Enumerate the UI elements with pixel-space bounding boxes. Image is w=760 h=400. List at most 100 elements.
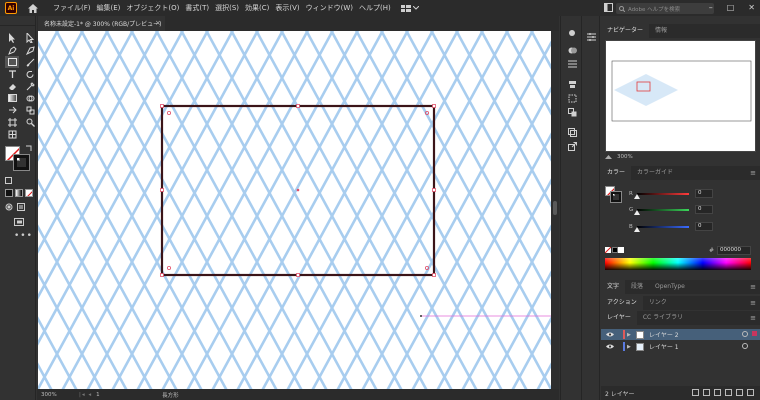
new-layer-icon[interactable] <box>736 389 743 396</box>
workspace-switcher[interactable] <box>400 4 419 12</box>
more-tools-icon[interactable]: ••• <box>14 231 33 241</box>
properties-icon[interactable] <box>583 30 600 44</box>
tab-info[interactable]: 情報 <box>649 24 673 38</box>
menu-select[interactable]: 選択(S) <box>215 3 239 13</box>
color-fill-stroke[interactable] <box>605 186 622 203</box>
gradient-tool-icon[interactable] <box>5 92 19 104</box>
gradient-mode-icon[interactable] <box>15 189 23 197</box>
arrange-documents-icon[interactable] <box>604 3 613 14</box>
menu-edit[interactable]: 編集(E) <box>97 3 121 13</box>
curvature-tool-icon[interactable] <box>23 44 37 56</box>
tab-opentype[interactable]: OpenType <box>649 280 691 294</box>
zoom-tool-icon[interactable] <box>23 116 37 128</box>
home-icon[interactable] <box>27 2 39 14</box>
pen-tool-icon[interactable] <box>5 44 19 56</box>
hex-color-field[interactable]: 000000 <box>717 246 751 255</box>
artboard-nav-prev[interactable]: |◂ ◂ <box>79 392 92 398</box>
slider-b-value[interactable]: 0 <box>695 222 713 231</box>
zoom-level-field[interactable]: 300% <box>41 392 75 398</box>
blend-tool-icon[interactable] <box>23 104 37 116</box>
menu-type[interactable]: 書式(T) <box>185 3 209 13</box>
slider-b[interactable]: B 0 <box>629 222 713 232</box>
help-search-input[interactable]: Adobe ヘルプを検索 <box>616 3 714 14</box>
layer-target-icon[interactable] <box>742 331 748 337</box>
menu-help[interactable]: ヘルプ(H) <box>359 3 391 13</box>
color-mode-icon[interactable] <box>5 189 13 197</box>
layer-selection-indicator[interactable] <box>752 331 757 336</box>
action-panel-menu-icon[interactable]: ≡ <box>750 299 756 307</box>
artboard-tool-icon[interactable] <box>5 116 19 128</box>
layer-row[interactable]: ▶ レイヤー 1 <box>601 341 760 352</box>
menu-window[interactable]: ウィンドウ(W) <box>306 3 353 13</box>
layer-row[interactable]: ▶ レイヤー 2 <box>601 329 760 340</box>
maximize-button[interactable]: □ <box>727 3 735 13</box>
close-window-button[interactable]: ✕ <box>748 3 755 13</box>
paintbrush-tool-icon[interactable] <box>23 56 37 68</box>
new-sublayer-icon[interactable] <box>725 389 732 396</box>
close-icon[interactable]: × <box>155 19 161 27</box>
white-color-icon[interactable] <box>618 247 624 253</box>
slider-g-value[interactable]: 0 <box>695 205 713 214</box>
export-for-screens-icon[interactable] <box>692 389 699 396</box>
color-spectrum[interactable] <box>605 258 751 270</box>
stroke-panel-icon[interactable] <box>561 57 583 71</box>
locate-object-icon[interactable] <box>703 389 710 396</box>
slider-g[interactable]: G 0 <box>629 205 713 215</box>
menu-view[interactable]: 表示(V) <box>275 3 299 13</box>
handle-top-right[interactable] <box>432 104 436 108</box>
visibility-eye-icon[interactable] <box>605 332 615 337</box>
document-tab[interactable]: 名称未設定-1* @ 300% (RGB/プレビュー) × <box>38 16 165 31</box>
handle-middle-left[interactable] <box>160 188 164 192</box>
expand-arrow-icon[interactable]: ▶ <box>627 344 635 350</box>
type-tool-icon[interactable] <box>5 68 19 80</box>
rotate-tool-icon[interactable] <box>23 68 37 80</box>
fill-stroke-widget[interactable] <box>5 145 33 172</box>
none-mode-icon[interactable] <box>25 189 33 197</box>
transform-icon[interactable] <box>561 91 583 105</box>
tab-layers[interactable]: レイヤー <box>601 311 637 325</box>
align-icon[interactable] <box>561 77 583 91</box>
shape-builder-tool-icon[interactable] <box>23 92 37 104</box>
layers-panel-menu-icon[interactable]: ≡ <box>750 314 756 322</box>
handle-bottom-left[interactable] <box>160 273 164 277</box>
handle-top-left[interactable] <box>160 104 164 108</box>
artboard-number-field[interactable]: 1 <box>96 392 116 398</box>
screen-mode-icon[interactable] <box>14 218 24 228</box>
vertical-scrollbar[interactable] <box>551 31 559 389</box>
tab-color[interactable]: カラー <box>601 166 632 180</box>
stroke-swatch[interactable] <box>13 154 30 171</box>
toolbar-grip[interactable] <box>0 16 35 26</box>
menu-effect[interactable]: 効果(C) <box>245 3 269 13</box>
menu-file[interactable]: ファイル(F) <box>53 3 91 13</box>
expand-arrow-icon[interactable]: ▶ <box>627 332 635 338</box>
diamond-grid-artwork[interactable] <box>38 31 551 389</box>
default-colors-icon[interactable] <box>5 177 12 184</box>
pathfinder-icon[interactable] <box>561 105 583 119</box>
layer-target-icon[interactable] <box>742 343 748 349</box>
delete-layer-icon[interactable] <box>747 389 754 396</box>
zoom-out-icon[interactable] <box>605 154 612 160</box>
minimize-button[interactable]: – <box>709 3 713 13</box>
appearance-icon[interactable] <box>561 26 583 40</box>
slider-r[interactable]: R 0 <box>629 189 713 199</box>
slider-b-track[interactable] <box>634 225 689 232</box>
slider-r-track[interactable] <box>634 192 689 199</box>
layer-name[interactable]: レイヤー 2 <box>649 330 679 339</box>
artboards-panel-icon[interactable] <box>561 125 583 139</box>
slider-r-value[interactable]: 0 <box>695 189 713 198</box>
handle-bottom-right[interactable] <box>432 273 436 277</box>
direct-selection-tool-icon[interactable] <box>23 32 37 44</box>
none-color-icon[interactable] <box>605 247 611 253</box>
tab-links[interactable]: リンク <box>643 296 673 310</box>
color-panel-menu-icon[interactable]: ≡ <box>750 169 756 177</box>
layer-name[interactable]: レイヤー 1 <box>649 342 679 351</box>
rectangle-tool-icon[interactable] <box>5 56 19 68</box>
eraser-tool-icon[interactable] <box>5 80 19 92</box>
artboard-canvas[interactable] <box>38 31 551 389</box>
swatches-icon[interactable] <box>561 43 583 57</box>
selection-tool-icon[interactable] <box>5 32 19 44</box>
navigator-preview[interactable] <box>605 40 756 152</box>
navigator-zoom-value[interactable]: 300% <box>617 154 633 160</box>
type-panel-menu-icon[interactable]: ≡ <box>750 283 756 291</box>
tab-cc-libraries[interactable]: CC ライブラリ <box>637 311 689 325</box>
